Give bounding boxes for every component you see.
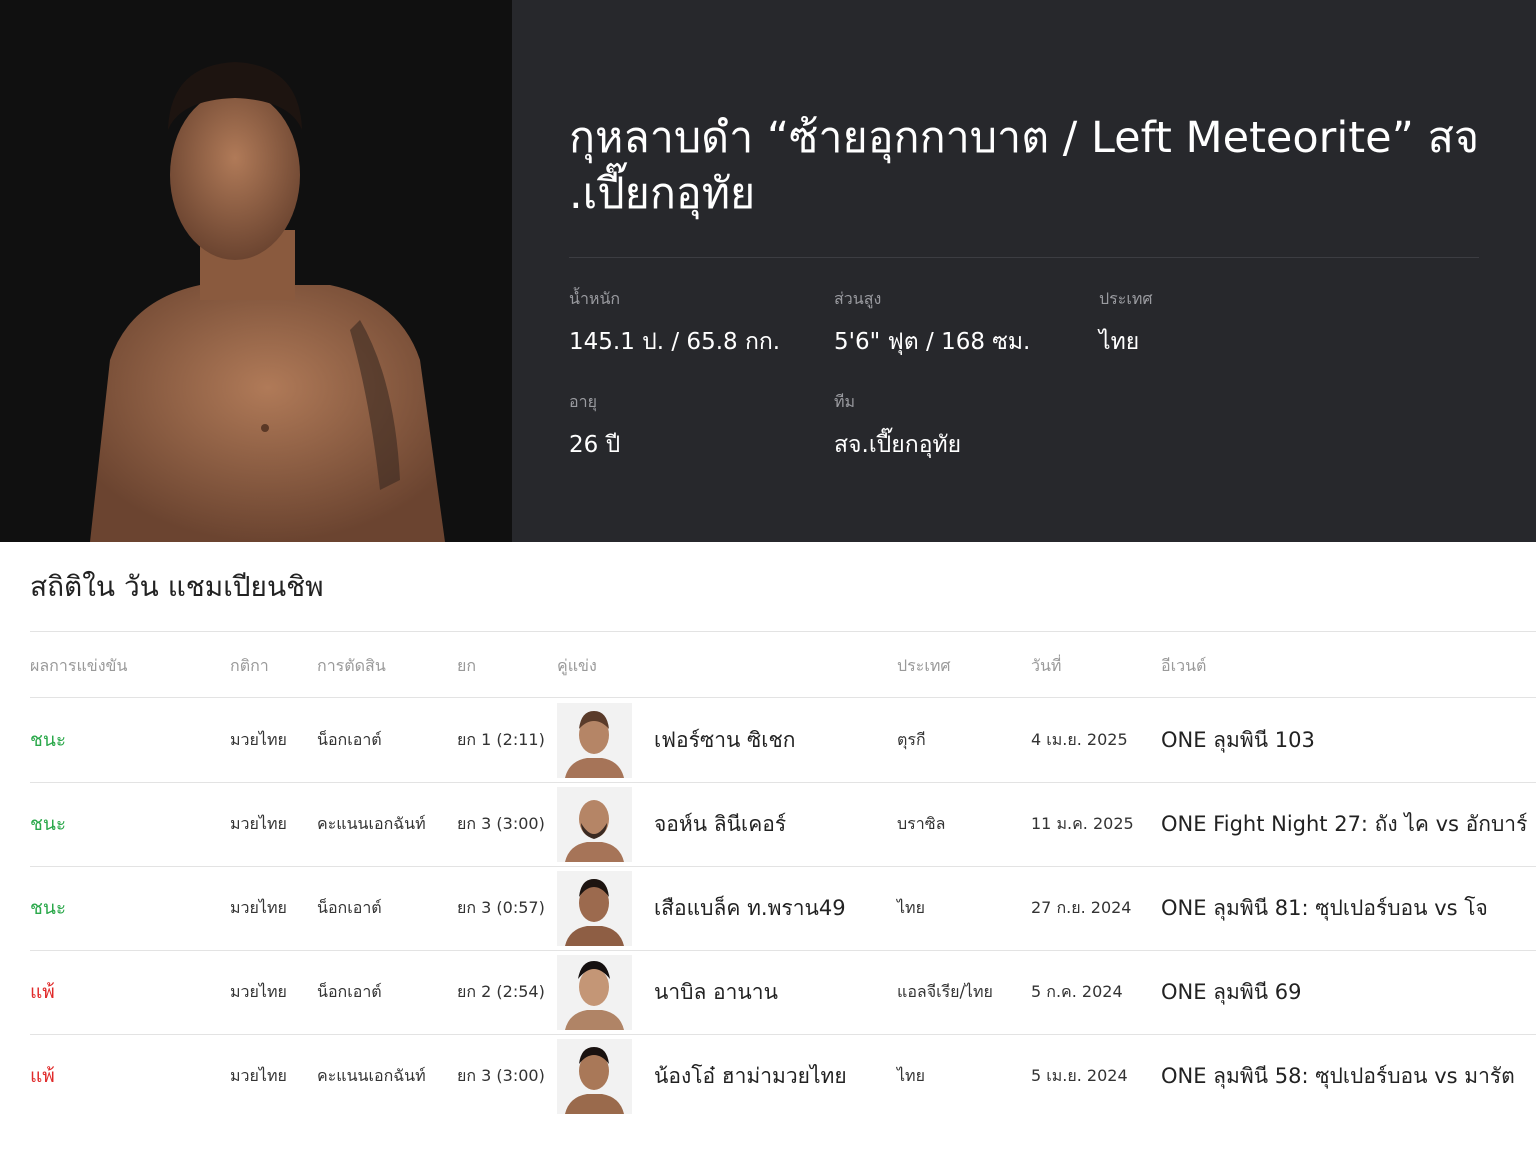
header-round: ยก xyxy=(457,656,477,675)
fighter-name-line1: กุหลาบดำ “ซ้ายอุกกาบาต / Left Meteorite”… xyxy=(569,113,1480,163)
date-cell: 4 เม.ย. 2025 xyxy=(1031,729,1128,749)
round-cell: ยก 1 (2:11) xyxy=(457,729,545,749)
result-cell: ชนะ xyxy=(30,897,67,919)
method-cell: คะแนนเอกฉันท์ xyxy=(317,813,426,833)
table-row[interactable]: แพ้ มวยไทย น็อกเอาต์ ยก 2 (2:54) นาบิล อ… xyxy=(0,950,1536,1034)
record-title: สถิติใน วัน แชมเปียนชิพ xyxy=(30,570,324,603)
round-cell: ยก 3 (3:00) xyxy=(457,1065,545,1085)
stat-age-value: 26 ปี xyxy=(569,432,621,458)
round-cell: ยก 3 (0:57) xyxy=(457,897,545,917)
fighter-hero: กุหลาบดำ “ซ้ายอุกกาบาต / Left Meteorite”… xyxy=(0,0,1536,542)
round-cell: ยก 3 (3:00) xyxy=(457,813,545,833)
header-opponent: คู่แข่ง xyxy=(557,656,597,675)
fighter-info: กุหลาบดำ “ซ้ายอุกกาบาต / Left Meteorite”… xyxy=(569,110,1479,222)
date-cell: 27 ก.ย. 2024 xyxy=(1031,897,1132,917)
stat-height-value: 5'6" ฟุต / 168 ซม. xyxy=(834,329,1031,355)
rules-cell: มวยไทย xyxy=(230,729,287,749)
table-row[interactable]: ชนะ มวยไทย คะแนนเอกฉันท์ ยก 3 (3:00) จอห… xyxy=(0,782,1536,866)
stat-height-label: ส่วนสูง xyxy=(834,289,882,308)
header-country: ประเทศ xyxy=(897,656,951,675)
fighter-name: กุหลาบดำ “ซ้ายอุกกาบาต / Left Meteorite”… xyxy=(569,110,1479,222)
rules-cell: มวยไทย xyxy=(230,1065,287,1085)
event-link[interactable]: ONE ลุมพินี 103 xyxy=(1161,698,1315,782)
stat-country-label: ประเทศ xyxy=(1099,289,1153,308)
rules-cell: มวยไทย xyxy=(230,813,287,833)
result-cell: ชนะ xyxy=(30,813,67,835)
country-cell: ตุรกี xyxy=(897,729,926,749)
method-cell: น็อกเอาต์ xyxy=(317,897,382,917)
header-event: อีเวนต์ xyxy=(1161,656,1207,675)
header-date: วันที่ xyxy=(1031,656,1062,675)
stat-weight: น้ำหนัก 145.1 ป. / 65.8 กก. xyxy=(569,287,780,360)
method-cell: คะแนนเอกฉันท์ xyxy=(317,1065,426,1085)
stat-team-label: ทีม xyxy=(834,392,856,411)
table-row[interactable]: แพ้ มวยไทย คะแนนเอกฉันท์ ยก 3 (3:00) น้อ… xyxy=(0,1034,1536,1118)
opponent-name[interactable]: จอห์น ลินีเคอร์ xyxy=(654,782,786,866)
opponent-avatar[interactable] xyxy=(557,787,632,862)
method-cell: น็อกเอาต์ xyxy=(317,981,382,1001)
result-cell: แพ้ xyxy=(30,981,55,1003)
country-cell: ไทย xyxy=(897,1065,925,1085)
opponent-name[interactable]: เฟอร์ซาน ซิเชก xyxy=(654,698,795,782)
stat-weight-value: 145.1 ป. / 65.8 กก. xyxy=(569,329,781,355)
stat-team-value: สจ.เปี๊ยกอุทัย xyxy=(834,432,962,458)
rules-cell: มวยไทย xyxy=(230,981,287,1001)
info-divider xyxy=(569,257,1479,258)
country-cell: แอลจีเรีย/ไทย xyxy=(897,981,993,1001)
event-link[interactable]: ONE ลุมพินี 81: ซุปเปอร์บอน vs โจ xyxy=(1161,866,1488,950)
table-row[interactable]: ชนะ มวยไทย น็อกเอาต์ ยก 3 (0:57) เสือแบล… xyxy=(0,866,1536,950)
event-link[interactable]: ONE ลุมพินี 58: ซุปเปอร์บอน vs มารัต xyxy=(1161,1034,1515,1118)
result-cell: แพ้ xyxy=(30,1065,55,1087)
opponent-avatar[interactable] xyxy=(557,955,632,1030)
event-link[interactable]: ONE Fight Night 27: ถัง ไค vs อักบาร์ xyxy=(1161,782,1527,866)
opponent-name[interactable]: เสือแบล็ค ท.พราน49 xyxy=(654,866,846,950)
event-link[interactable]: ONE ลุมพินี 69 xyxy=(1161,950,1302,1034)
stat-age-label: อายุ xyxy=(569,392,597,411)
opponent-avatar[interactable] xyxy=(557,703,632,778)
country-cell: ไทย xyxy=(897,897,925,917)
stat-country: ประเทศ ไทย xyxy=(1099,287,1153,360)
opponent-avatar[interactable] xyxy=(557,1039,632,1114)
table-row[interactable]: ชนะ มวยไทย น็อกเอาต์ ยก 1 (2:11) เฟอร์ซา… xyxy=(0,698,1536,782)
stat-country-value: ไทย xyxy=(1099,329,1140,355)
date-cell: 5 ก.ค. 2024 xyxy=(1031,981,1123,1001)
date-cell: 5 เม.ย. 2024 xyxy=(1031,1065,1128,1085)
opponent-avatar[interactable] xyxy=(557,871,632,946)
rules-cell: มวยไทย xyxy=(230,897,287,917)
method-cell: น็อกเอาต์ xyxy=(317,729,382,749)
opponent-name[interactable]: นาบิล อานาน xyxy=(654,950,778,1034)
stat-height: ส่วนสูง 5'6" ฟุต / 168 ซม. xyxy=(834,287,1030,360)
header-rules: กติกา xyxy=(230,656,269,675)
country-cell: บราซิล xyxy=(897,813,946,833)
fighter-photo xyxy=(0,0,512,542)
header-result: ผลการแข่งขัน xyxy=(30,656,128,675)
date-cell: 11 ม.ค. 2025 xyxy=(1031,813,1134,833)
stat-weight-label: น้ำหนัก xyxy=(569,289,621,308)
round-cell: ยก 2 (2:54) xyxy=(457,981,545,1001)
stat-team: ทีม สจ.เปี๊ยกอุทัย xyxy=(834,390,961,463)
result-cell: ชนะ xyxy=(30,729,67,751)
fighter-name-line2: .เปี๊ยกอุทัย xyxy=(569,169,756,219)
header-method: การตัดสิน xyxy=(317,656,386,675)
table-divider xyxy=(30,631,1536,632)
stat-age: อายุ 26 ปี xyxy=(569,390,620,463)
opponent-name[interactable]: น้องโอ๋ ฮาม่ามวยไทย xyxy=(654,1034,847,1118)
